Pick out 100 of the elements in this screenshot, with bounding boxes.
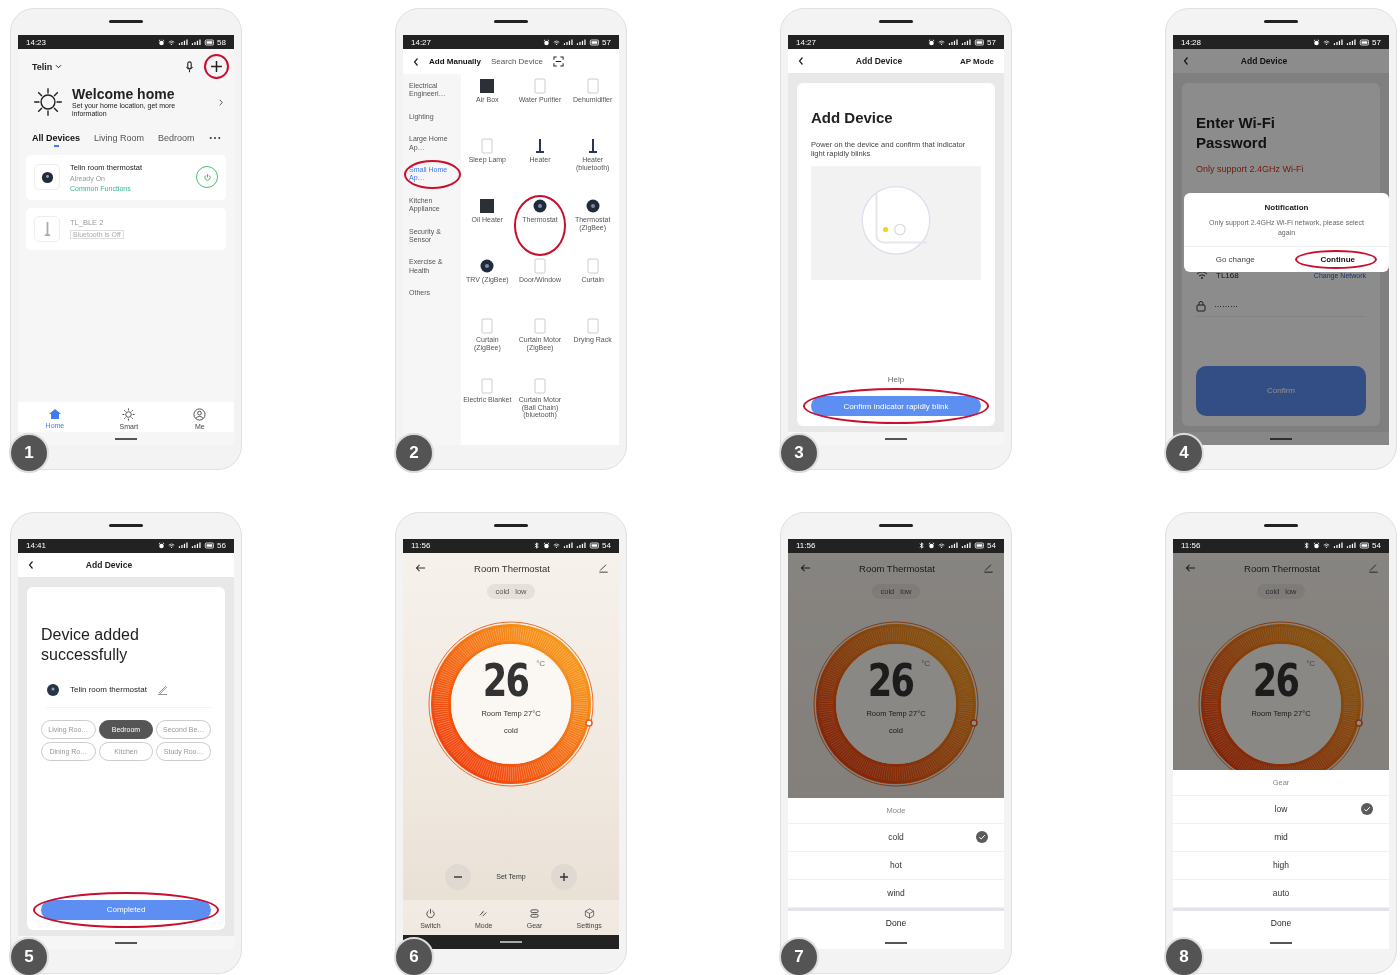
step-number-badge: 2: [394, 433, 434, 473]
header-tab[interactable]: Search Device: [491, 57, 544, 66]
alarm-icon: [158, 542, 166, 549]
signal-icon: [178, 38, 189, 46]
battery-level-text: 57: [987, 37, 996, 47]
signal-icon: [191, 38, 202, 46]
chevron-right-icon[interactable]: [218, 97, 224, 107]
wifi-icon: [168, 38, 176, 46]
home-selector[interactable]: Telin: [32, 61, 53, 72]
bluetooth-icon: [918, 542, 926, 549]
step-number-badge: 1: [9, 433, 49, 473]
step-number-badge: 4: [1164, 433, 1204, 473]
status-time: 11:56: [796, 541, 816, 550]
status-time: 11:56: [1181, 541, 1201, 550]
password-field[interactable]: ·········: [1196, 300, 1366, 317]
speaker-slot: [109, 20, 143, 23]
lock-icon: [1196, 300, 1206, 312]
more-icon[interactable]: [208, 135, 221, 140]
wifi-icon: [168, 542, 176, 549]
wifi-icon: [1196, 270, 1208, 280]
status-time: 14:23: [26, 37, 47, 47]
wifi-icon: [553, 542, 561, 549]
decrease-button[interactable]: [445, 863, 472, 890]
card-title: Add Device: [811, 109, 894, 126]
power-icon: [202, 172, 212, 182]
battery-icon: [974, 542, 985, 549]
add-button[interactable]: [209, 59, 224, 74]
home-icon: [47, 408, 62, 420]
alarm-icon: [1313, 542, 1321, 549]
help-link[interactable]: Help: [811, 375, 981, 384]
alarm-icon: [1313, 38, 1321, 46]
signal-icon: [1333, 542, 1344, 549]
dialog-button[interactable]: Continue: [1286, 246, 1389, 272]
back-icon[interactable]: [413, 56, 419, 67]
step-number-badge: 6: [394, 936, 434, 975]
battery-icon: [1359, 542, 1370, 549]
device-box-icon: [584, 258, 601, 274]
step-number-badge: 8: [1164, 936, 1204, 975]
option-row[interactable]: cold: [788, 823, 1004, 852]
microphone-icon[interactable]: [185, 60, 194, 73]
success-title: Device added successfully: [41, 624, 140, 665]
back-icon[interactable]: [28, 559, 34, 570]
battery-icon: [1359, 38, 1370, 46]
increase-button[interactable]: [550, 863, 577, 890]
alarm-icon: [928, 38, 936, 46]
back-arrow-icon[interactable]: [1185, 563, 1196, 573]
pencil-icon[interactable]: [983, 563, 994, 573]
back-icon[interactable]: [798, 56, 804, 66]
signal-icon: [948, 38, 959, 46]
caret-icon[interactable]: [55, 64, 63, 69]
ap-mode-link[interactable]: AP Mode: [954, 56, 994, 66]
card-title: Enter Wi-Fi Password: [1196, 113, 1277, 152]
pencil-icon[interactable]: [598, 563, 609, 573]
scan-icon[interactable]: [553, 56, 565, 67]
plus-icon: [210, 60, 223, 73]
battery-level-text: 54: [1372, 541, 1381, 550]
gesture-bar: [115, 941, 137, 944]
stacked-bars-icon: [529, 907, 541, 919]
gesture-bar: [1270, 941, 1292, 944]
speaker-slot: [494, 20, 528, 23]
signal-icon: [961, 38, 972, 46]
room-tab[interactable]: Living Room: [94, 132, 145, 143]
signal-icon: [948, 542, 959, 549]
alarm-icon: [543, 38, 551, 46]
set-temperature: 26: [867, 658, 914, 703]
option-row[interactable]: low: [1173, 795, 1389, 824]
option-row[interactable]: auto: [1173, 879, 1389, 908]
profile-icon: [193, 408, 207, 421]
status-time: 14:27: [411, 37, 432, 47]
device-box-icon: [479, 318, 496, 334]
plus-icon: [557, 870, 570, 883]
status-time: 14:41: [26, 541, 47, 550]
set-temperature: 26: [482, 658, 529, 703]
battery-level-text: 54: [987, 541, 996, 550]
signal-icon: [178, 542, 189, 549]
signal-icon: [1346, 542, 1357, 549]
dialog-title: Notification: [1264, 203, 1309, 212]
pencil-icon[interactable]: [156, 684, 168, 695]
battery-icon: [589, 38, 600, 46]
option-row[interactable]: wind: [788, 879, 1004, 908]
back-arrow-icon[interactable]: [800, 563, 811, 573]
battery-level-text: 56: [217, 541, 226, 550]
option-row[interactable]: hot: [788, 851, 1004, 880]
warning-text: Only support 2.4GHz Wi-Fi: [1196, 164, 1305, 174]
dialog-button[interactable]: Go change: [1184, 246, 1287, 272]
battery-icon: [974, 38, 985, 46]
cube-icon: [583, 907, 595, 919]
device-box-icon: [479, 378, 496, 394]
signal-icon: [961, 542, 972, 549]
header-tab[interactable]: Add Manually: [429, 57, 481, 66]
wifi-icon: [938, 38, 946, 46]
status-time: 11:56: [411, 541, 431, 550]
option-row[interactable]: mid: [1173, 823, 1389, 852]
signal-icon: [191, 542, 202, 549]
back-arrow-icon[interactable]: [415, 563, 426, 573]
room-tab[interactable]: Bedroom: [158, 132, 195, 143]
option-row[interactable]: high: [1173, 851, 1389, 880]
alarm-icon: [543, 542, 551, 549]
thermostat-icon: [40, 170, 54, 184]
pencil-icon[interactable]: [1368, 563, 1379, 573]
